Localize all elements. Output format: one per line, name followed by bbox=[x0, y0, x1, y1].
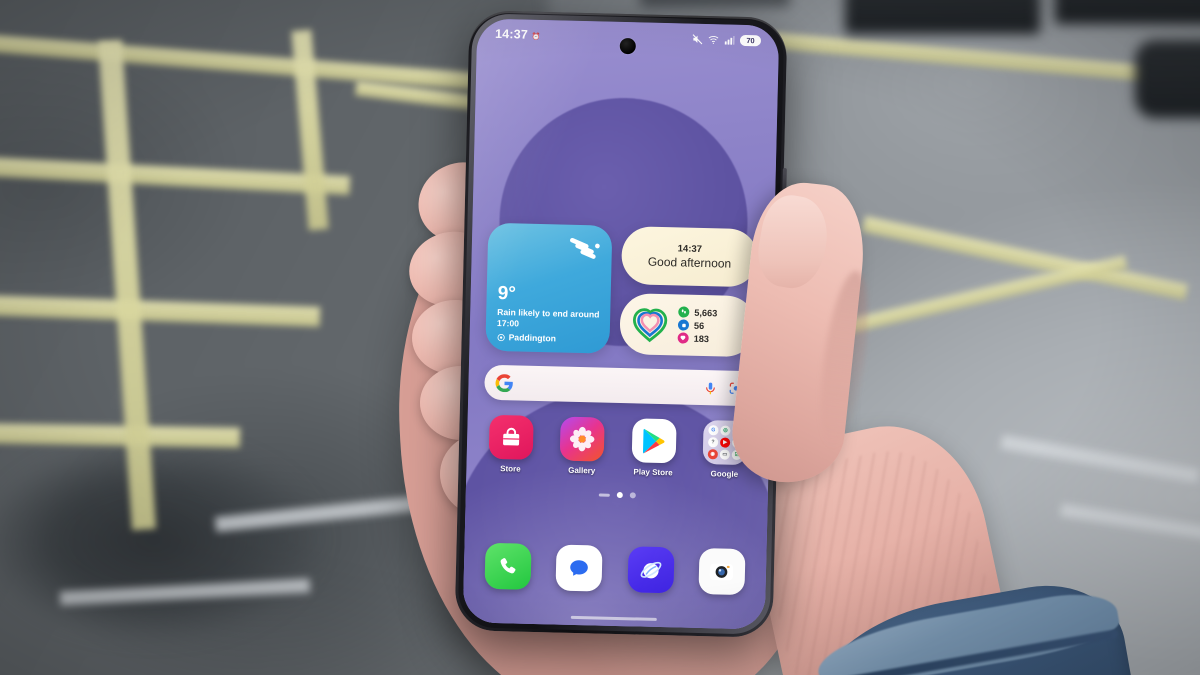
activity-icon bbox=[677, 319, 690, 331]
folder-mini-icon: G bbox=[708, 425, 719, 436]
photo-scene: 14:37 ⏰ 70 9° Rain likely to end around … bbox=[0, 0, 1200, 675]
widget-row: 9° Rain likely to end around 17:00 Paddi… bbox=[485, 222, 759, 358]
wifi-icon bbox=[708, 35, 719, 44]
dock-internet[interactable] bbox=[618, 546, 683, 594]
parked-car bbox=[845, 0, 1040, 34]
folder-mini-icon: ? bbox=[708, 437, 718, 448]
weather-description: Rain likely to end around 17:00 bbox=[496, 306, 600, 329]
google-g-icon bbox=[495, 373, 513, 392]
galaxy-store-icon bbox=[488, 414, 534, 460]
alarm-icon: ⏰ bbox=[531, 33, 541, 41]
app-grid: Store Gallery Play Store G ◎ ? ▶ ◉ ▭ Goo… bbox=[478, 414, 757, 480]
camera-icon bbox=[698, 547, 746, 596]
mute-icon bbox=[692, 33, 703, 44]
folder-mini-icon: ◎ bbox=[720, 425, 731, 436]
parked-car bbox=[640, 0, 790, 7]
location-pin-icon bbox=[497, 333, 505, 341]
health-stats-list: 5,663 56 183 bbox=[677, 306, 718, 344]
page-dot[interactable] bbox=[629, 492, 636, 499]
greeting-time: 14:37 bbox=[677, 242, 703, 255]
app-label: Google bbox=[710, 469, 739, 479]
app-label: Gallery bbox=[568, 465, 596, 476]
steps-icon bbox=[678, 306, 690, 318]
internet-icon bbox=[627, 546, 675, 594]
folder-mini-icon: ▶ bbox=[720, 437, 731, 448]
weather-temperature: 9° bbox=[497, 282, 517, 305]
battery-indicator: 70 bbox=[739, 34, 762, 46]
signal-bars-icon bbox=[724, 35, 735, 45]
heart-icon bbox=[677, 332, 689, 344]
folder-mini-icon: ◉ bbox=[707, 449, 718, 460]
health-stat-value: 5,663 bbox=[694, 307, 718, 318]
weather-location-row: Paddington bbox=[497, 332, 556, 343]
app-dock bbox=[475, 542, 754, 596]
heart-rings-icon bbox=[633, 307, 668, 342]
health-stat-value: 183 bbox=[693, 333, 710, 344]
health-stat-steps: 5,663 bbox=[678, 306, 717, 318]
health-stat-value: 56 bbox=[693, 320, 705, 331]
microphone-icon[interactable] bbox=[703, 381, 717, 395]
health-widget[interactable]: 5,663 56 183 bbox=[619, 292, 757, 358]
app-label: Play Store bbox=[633, 467, 673, 478]
play-store-icon bbox=[631, 418, 677, 464]
app-play-store[interactable]: Play Store bbox=[621, 418, 686, 478]
messages-icon bbox=[555, 544, 603, 592]
phone-screen[interactable]: 14:37 ⏰ 70 9° Rain likely to end around … bbox=[462, 18, 780, 630]
phone-icon bbox=[484, 542, 532, 590]
dock-messages[interactable] bbox=[547, 544, 612, 592]
greeting-message: Good afternoon bbox=[647, 254, 732, 271]
app-store[interactable]: Store bbox=[478, 414, 543, 475]
gallery-icon bbox=[559, 416, 606, 462]
health-stat-heart: 183 bbox=[677, 332, 717, 344]
status-bar-right: 70 bbox=[692, 33, 762, 46]
parking-line bbox=[0, 422, 241, 448]
home-page-icon[interactable] bbox=[598, 492, 610, 497]
parked-car bbox=[1055, 0, 1200, 24]
dock-camera[interactable] bbox=[689, 547, 754, 596]
folder-mini-icon: ▭ bbox=[719, 449, 730, 460]
status-bar-left: 14:37 ⏰ bbox=[495, 27, 541, 42]
page-dot[interactable] bbox=[616, 491, 623, 499]
app-label: Store bbox=[500, 464, 521, 474]
weather-location: Paddington bbox=[508, 332, 557, 344]
status-clock: 14:37 bbox=[494, 26, 529, 42]
app-gallery[interactable]: Gallery bbox=[550, 416, 615, 476]
smartphone[interactable]: 14:37 ⏰ 70 9° Rain likely to end around … bbox=[454, 10, 788, 638]
dock-phone[interactable] bbox=[475, 542, 540, 591]
rain-icon bbox=[570, 237, 600, 259]
health-stat-activity: 56 bbox=[677, 319, 717, 331]
greeting-widget[interactable]: 14:37 Good afternoon bbox=[620, 226, 759, 288]
right-widget-column: 14:37 Good afternoon 5,663 56 183 bbox=[619, 226, 759, 358]
parked-car bbox=[1135, 40, 1200, 118]
google-search-bar[interactable] bbox=[484, 364, 755, 407]
weather-widget[interactable]: 9° Rain likely to end around 17:00 Paddi… bbox=[485, 222, 613, 354]
